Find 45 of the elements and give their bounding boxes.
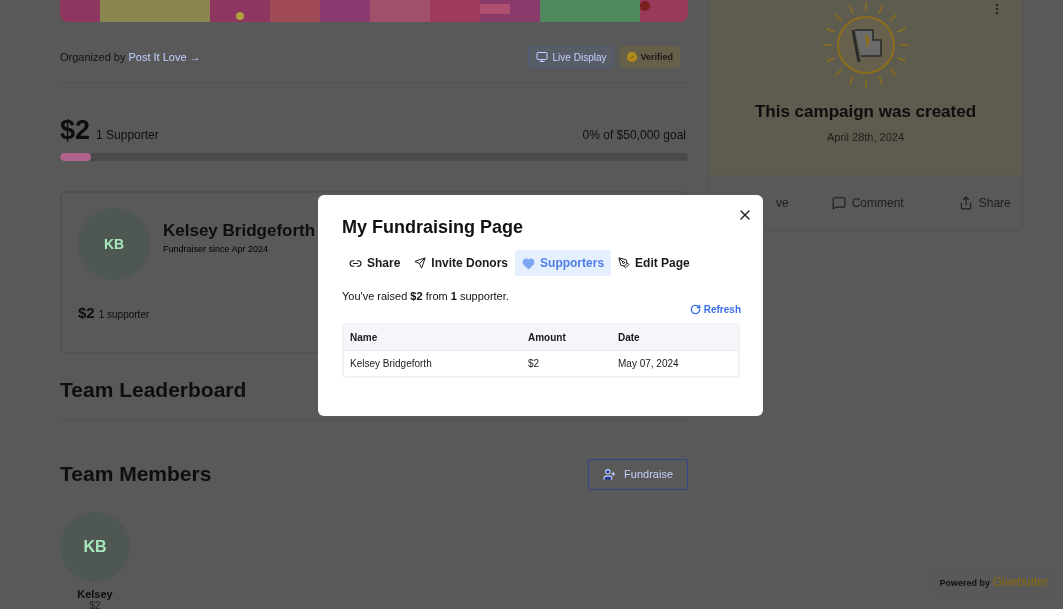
table-cell-text: Kelsey Bridgeforth (349, 357, 433, 371)
pen-icon (618, 257, 631, 269)
fundraiser-since: Fundraiser since Apr 2024 (163, 243, 270, 254)
check-icon (627, 52, 638, 62)
supporter-count: 1 Supporter (96, 128, 159, 142)
tab[interactable]: Supporters (515, 250, 612, 276)
column-header: Amount (527, 331, 567, 345)
table-cell-text: $2 (527, 357, 541, 371)
live-display-button[interactable]: Live Display (527, 46, 615, 68)
verified-badge: Verified (620, 46, 680, 68)
heart-icon (522, 256, 536, 270)
section-title: Team Members (60, 462, 212, 486)
member-name: Kelsey (77, 588, 113, 600)
raised-summary: You've raised $2 from 1 supporter. (342, 290, 510, 302)
fundraiser-supporters: 1 supporter (98, 309, 150, 320)
user-plus-icon (603, 467, 617, 481)
monitor-icon (535, 51, 548, 63)
goal-progress-text: 0% of $50,000 goal (582, 128, 686, 142)
tab[interactable]: Edit Page (611, 250, 697, 276)
column-header: Date (617, 331, 641, 345)
fundraise-button[interactable]: Fundraise (588, 458, 688, 490)
campaign-title: This campaign was created (754, 102, 977, 122)
table-cell-text: May 07, 2024 (617, 357, 680, 371)
tab[interactable]: Invite Donors (407, 250, 516, 276)
comment-icon (831, 195, 846, 210)
share-icon (958, 195, 973, 210)
comment-button[interactable]: Comment (831, 195, 904, 210)
member-avatar[interactable]: KB (60, 512, 130, 582)
amount-raised: $2 (60, 115, 91, 145)
paper-plane-icon (414, 257, 427, 269)
powered-by-badge[interactable]: Powered by Givebutter (932, 569, 1055, 595)
avatar: KB (78, 208, 150, 280)
organizer-link[interactable]: Post It Love → (128, 51, 201, 63)
organizer-text: Organized by Post It Love → (60, 51, 201, 63)
refresh-icon (689, 304, 701, 315)
refresh-button[interactable]: Refresh (689, 304, 741, 315)
tab[interactable]: Share (342, 250, 408, 276)
save-button[interactable]: ve (776, 195, 789, 210)
campaign-date: April 28th, 2024 (826, 131, 905, 143)
column-header: Name (349, 331, 379, 345)
section-title: Team Leaderboard (60, 378, 248, 402)
share-button[interactable]: Share (958, 195, 1011, 210)
fundraiser-name: Kelsey Bridgeforth (163, 220, 316, 241)
modal-title: My Fundraising Page (342, 217, 525, 238)
fundraiser-amount: $2 (78, 304, 95, 321)
